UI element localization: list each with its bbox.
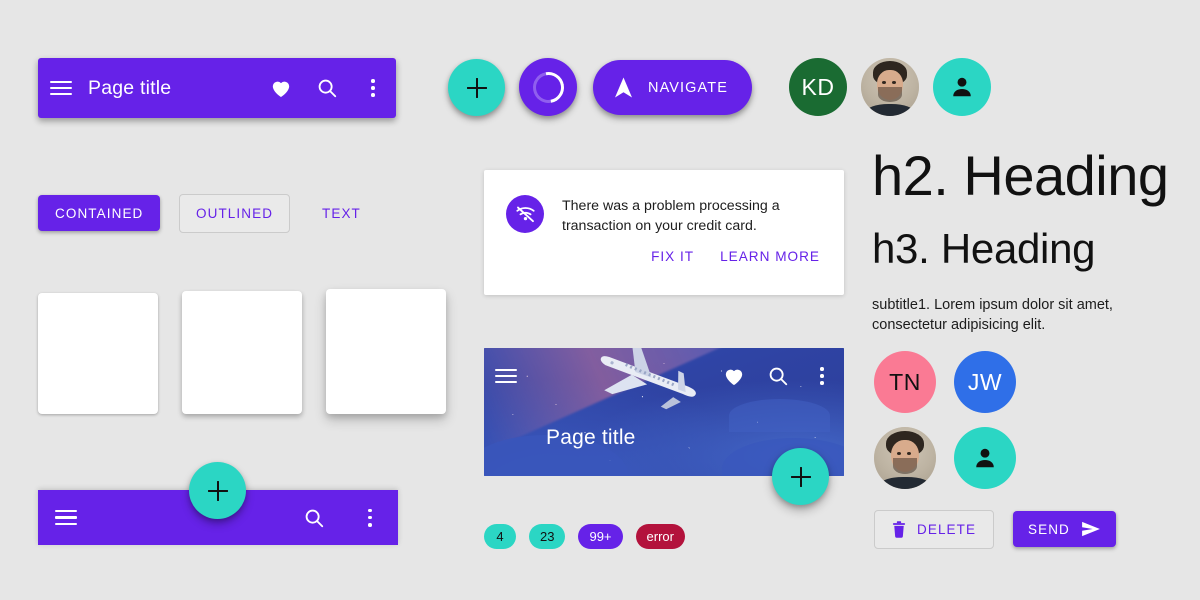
fab-add[interactable] <box>448 59 505 116</box>
banner-card: There was a problem processing a transac… <box>484 170 844 295</box>
subtitle-text: subtitle1. Lorem ipsum dolor sit amet, c… <box>872 297 1113 333</box>
avatar-initials-kd[interactable]: KD <box>789 58 847 116</box>
favorite-button[interactable] <box>258 78 304 98</box>
avatar-initials-text: JW <box>967 368 1003 395</box>
overflow-menu-button[interactable] <box>350 79 396 97</box>
badge-count-99plus: 99+ <box>578 524 623 549</box>
top-app-bar: Page title <box>38 58 396 118</box>
page-title: Page title <box>88 76 172 99</box>
card-elevation-1[interactable] <box>38 293 158 414</box>
add-icon <box>466 77 487 98</box>
hero-page-title: Page title <box>546 426 636 449</box>
more-vert-icon <box>820 367 824 385</box>
bottom-menu-button[interactable] <box>38 510 94 525</box>
avatar-person-icon-grid[interactable] <box>954 427 1016 489</box>
bottom-search-button[interactable] <box>286 507 342 529</box>
search-button[interactable] <box>304 77 350 99</box>
badge-count-23: 23 <box>529 524 566 549</box>
send-button-label: SEND <box>1028 521 1070 537</box>
search-icon <box>316 77 338 99</box>
fab-progress[interactable] <box>519 58 577 116</box>
card-elevation-8[interactable] <box>326 289 446 414</box>
avatar-initials-text: TN <box>889 368 921 395</box>
more-vert-icon <box>368 508 372 527</box>
outlined-button-label: OUTLINED <box>196 206 274 221</box>
search-icon <box>767 365 789 387</box>
badge-error: error <box>635 524 685 549</box>
banner-icon-circle <box>506 195 544 233</box>
fab-hero-add[interactable] <box>772 448 829 505</box>
banner-content: There was a problem processing a transac… <box>484 170 844 236</box>
text-button-label: TEXT <box>322 205 361 221</box>
component-showcase-canvas: Page title NAVIGATE KD CONTAINED OUTLINE… <box>0 0 1200 600</box>
heading-h3: h3. Heading <box>872 225 1096 272</box>
circular-progress-icon <box>526 65 570 109</box>
badge-row: 4 23 99+ error <box>484 524 685 549</box>
delete-button[interactable]: DELETE <box>874 510 995 549</box>
trash-icon <box>892 521 906 538</box>
heart-icon <box>723 366 745 386</box>
hero-cloud-mid <box>728 399 830 433</box>
avatar-initials-jw[interactable]: JW <box>954 351 1016 413</box>
avatar-photo-image <box>861 58 919 116</box>
avatar-initials-tn[interactable]: TN <box>874 351 936 413</box>
hero-app-bar-row <box>484 348 844 404</box>
heart-icon <box>270 78 292 98</box>
outlined-button[interactable]: OUTLINED <box>179 194 291 233</box>
contained-button[interactable]: CONTAINED <box>38 195 161 231</box>
avatar-photo[interactable] <box>861 58 919 116</box>
extended-fab-navigate[interactable]: NAVIGATE <box>593 60 752 115</box>
menu-button[interactable] <box>38 80 84 96</box>
hamburger-menu-icon <box>50 80 72 96</box>
extended-fab-label: NAVIGATE <box>648 79 728 96</box>
delete-button-label: DELETE <box>917 522 977 537</box>
hero-menu-button[interactable] <box>484 368 528 384</box>
hero-search-button[interactable] <box>756 365 800 387</box>
hamburger-menu-icon <box>55 510 77 525</box>
hero-overflow-button[interactable] <box>800 367 844 385</box>
send-icon <box>1081 521 1101 537</box>
bottom-overflow-button[interactable] <box>342 508 398 527</box>
heading-h2: h2. Heading <box>872 144 1169 207</box>
contained-button-label: CONTAINED <box>55 205 144 221</box>
search-icon <box>303 507 325 529</box>
more-vert-icon <box>371 79 375 97</box>
fab-docked-add[interactable] <box>189 462 246 519</box>
send-button[interactable]: SEND <box>1013 511 1116 547</box>
text-button[interactable]: TEXT <box>310 195 373 231</box>
banner-fix-it-button[interactable]: FIX IT <box>651 249 694 264</box>
person-icon <box>949 74 975 100</box>
wifi-off-icon <box>515 205 536 223</box>
banner-message: There was a problem processing a transac… <box>562 198 780 234</box>
avatar-photo-grid[interactable] <box>874 427 936 489</box>
add-icon <box>207 480 228 501</box>
hamburger-menu-icon <box>495 368 517 384</box>
card-elevation-4[interactable] <box>182 291 302 414</box>
person-icon <box>972 445 998 471</box>
avatar-person-icon-top[interactable] <box>933 58 991 116</box>
badge-count-4: 4 <box>484 524 516 549</box>
avatar-photo-image <box>874 427 936 489</box>
hero-favorite-button[interactable] <box>712 366 756 386</box>
banner-learn-more-button[interactable]: LEARN MORE <box>720 249 820 264</box>
avatar-initials-text: KD <box>801 73 835 100</box>
navigation-arrow-icon <box>613 76 634 99</box>
add-icon <box>790 466 811 487</box>
banner-action-row: FIX IT LEARN MORE <box>484 236 844 264</box>
